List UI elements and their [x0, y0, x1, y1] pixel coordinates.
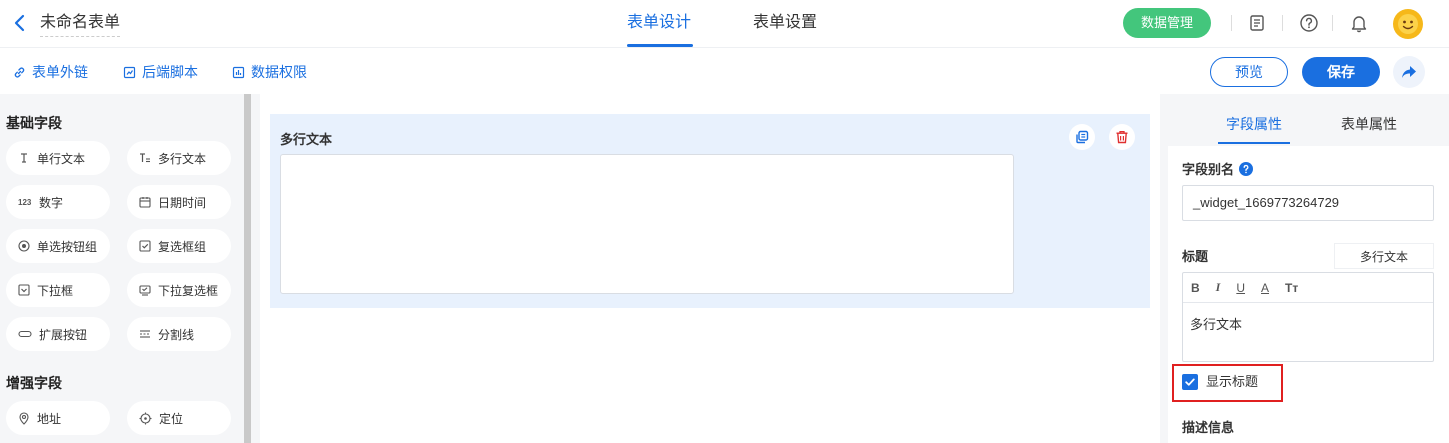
tab-form-design[interactable]: 表单设计	[627, 12, 691, 34]
advanced-fields-title: 增强字段	[6, 375, 62, 391]
bold-button[interactable]: B	[1191, 281, 1200, 295]
field-datetime[interactable]: 日期时间	[127, 185, 231, 219]
tab-active-underline	[627, 44, 693, 47]
share-button[interactable]	[1393, 56, 1425, 88]
avatar[interactable]	[1392, 8, 1424, 40]
dropdown-checkbox-icon	[139, 285, 151, 296]
dropdown-icon	[18, 284, 30, 296]
canvas-field-label: 多行文本	[280, 132, 333, 147]
delete-field-button[interactable]	[1109, 124, 1135, 150]
font-color-button[interactable]: A	[1261, 281, 1269, 295]
field-extension-button[interactable]: 扩展按钮	[6, 317, 110, 351]
document-icon[interactable]	[1246, 12, 1268, 34]
canvas-multiline-textarea[interactable]	[280, 154, 1014, 294]
field-label: 扩展按钮	[39, 327, 88, 342]
title-lang-tag[interactable]: 多行文本	[1334, 243, 1434, 269]
radio-icon	[18, 240, 30, 252]
button-icon	[18, 330, 32, 338]
backend-script-link[interactable]: 后端脚本	[123, 62, 198, 82]
map-pin-icon	[19, 411, 29, 425]
help-circle-icon[interactable]	[1239, 161, 1254, 176]
field-single-line-text[interactable]: 单行文本	[6, 141, 110, 175]
data-permission-link[interactable]: 数据权限	[232, 62, 307, 82]
description-label: 描述信息	[1182, 420, 1235, 435]
field-multi-line-text[interactable]: 多行文本	[127, 141, 231, 175]
preview-button[interactable]: 预览	[1210, 57, 1288, 87]
rtab-active-underline	[1218, 142, 1290, 144]
divider	[1332, 15, 1333, 31]
editor-toolbar: B I U A Tт	[1183, 273, 1433, 303]
checkbox-icon	[139, 240, 151, 252]
help-icon[interactable]	[1298, 12, 1320, 34]
calendar-icon	[139, 197, 151, 208]
copy-field-button[interactable]	[1069, 124, 1095, 150]
field-label: 下拉复选框	[158, 283, 219, 298]
trash-icon	[1116, 130, 1128, 144]
field-label: 单选按钮组	[37, 239, 98, 254]
form-title[interactable]: 未命名表单	[40, 12, 121, 37]
field-dropdown-checkbox[interactable]: 下拉复选框	[127, 273, 231, 307]
field-label: 日期时间	[158, 195, 207, 210]
copy-icon	[1076, 130, 1089, 144]
backend-script-link-label: 后端脚本	[142, 64, 198, 80]
back-arrow-icon[interactable]	[12, 12, 30, 34]
data-permission-link-label: 数据权限	[251, 64, 307, 80]
field-divider[interactable]: 分割线	[127, 317, 231, 351]
alias-input[interactable]: _widget_1669773264729	[1182, 185, 1434, 221]
field-number[interactable]: 123 数字	[6, 185, 110, 219]
basic-fields-title: 基础字段	[6, 115, 62, 131]
field-location[interactable]: 定位	[127, 401, 231, 435]
title-label: 标题	[1182, 249, 1209, 264]
field-checkbox-group[interactable]: 复选框组	[127, 229, 231, 263]
alias-label-row: 字段别名	[1182, 159, 1254, 178]
field-label: 多行文本	[158, 151, 207, 166]
field-label: 定位	[159, 411, 184, 426]
bell-icon[interactable]	[1348, 12, 1370, 34]
field-label: 地址	[37, 411, 62, 426]
chart-icon	[232, 66, 245, 78]
divider	[1231, 15, 1232, 31]
field-label: 复选框组	[158, 239, 207, 254]
font-size-button[interactable]: Tт	[1285, 281, 1298, 295]
divider	[1282, 15, 1283, 31]
multiline-text-icon	[140, 153, 150, 163]
show-title-label: 显示标题	[1206, 374, 1259, 389]
tab-field-properties[interactable]: 字段属性	[1226, 114, 1282, 134]
crosshair-icon	[139, 412, 152, 424]
show-title-checkbox[interactable]	[1182, 374, 1198, 390]
editor-content[interactable]: 多行文本	[1190, 314, 1242, 333]
field-radio-group[interactable]: 单选按钮组	[6, 229, 110, 263]
alias-label: 字段别名	[1182, 162, 1235, 177]
save-button[interactable]: 保存	[1302, 57, 1380, 87]
script-icon	[123, 66, 136, 78]
palette-scrollbar[interactable]	[244, 94, 251, 443]
tab-form-settings[interactable]: 表单设置	[753, 12, 817, 34]
underline-button[interactable]: U	[1236, 281, 1245, 295]
link-icon	[14, 66, 25, 78]
form-external-link[interactable]: 表单外链	[13, 62, 88, 82]
field-dropdown[interactable]: 下拉框	[6, 273, 110, 307]
form-external-link-label: 表单外链	[32, 64, 88, 80]
number-icon: 123	[18, 197, 32, 207]
field-address[interactable]: 地址	[6, 401, 110, 435]
field-label: 下拉框	[37, 283, 74, 298]
field-label: 单行文本	[37, 151, 86, 166]
italic-button[interactable]: I	[1216, 280, 1221, 295]
divider-icon	[140, 330, 150, 338]
check-icon	[1185, 378, 1195, 386]
field-label: 数字	[39, 195, 64, 210]
field-label: 分割线	[158, 327, 195, 342]
text-cursor-icon	[21, 153, 27, 163]
tab-form-properties[interactable]: 表单属性	[1341, 114, 1397, 134]
data-management-button[interactable]: 数据管理	[1123, 8, 1211, 38]
share-arrow-icon	[1402, 66, 1416, 78]
